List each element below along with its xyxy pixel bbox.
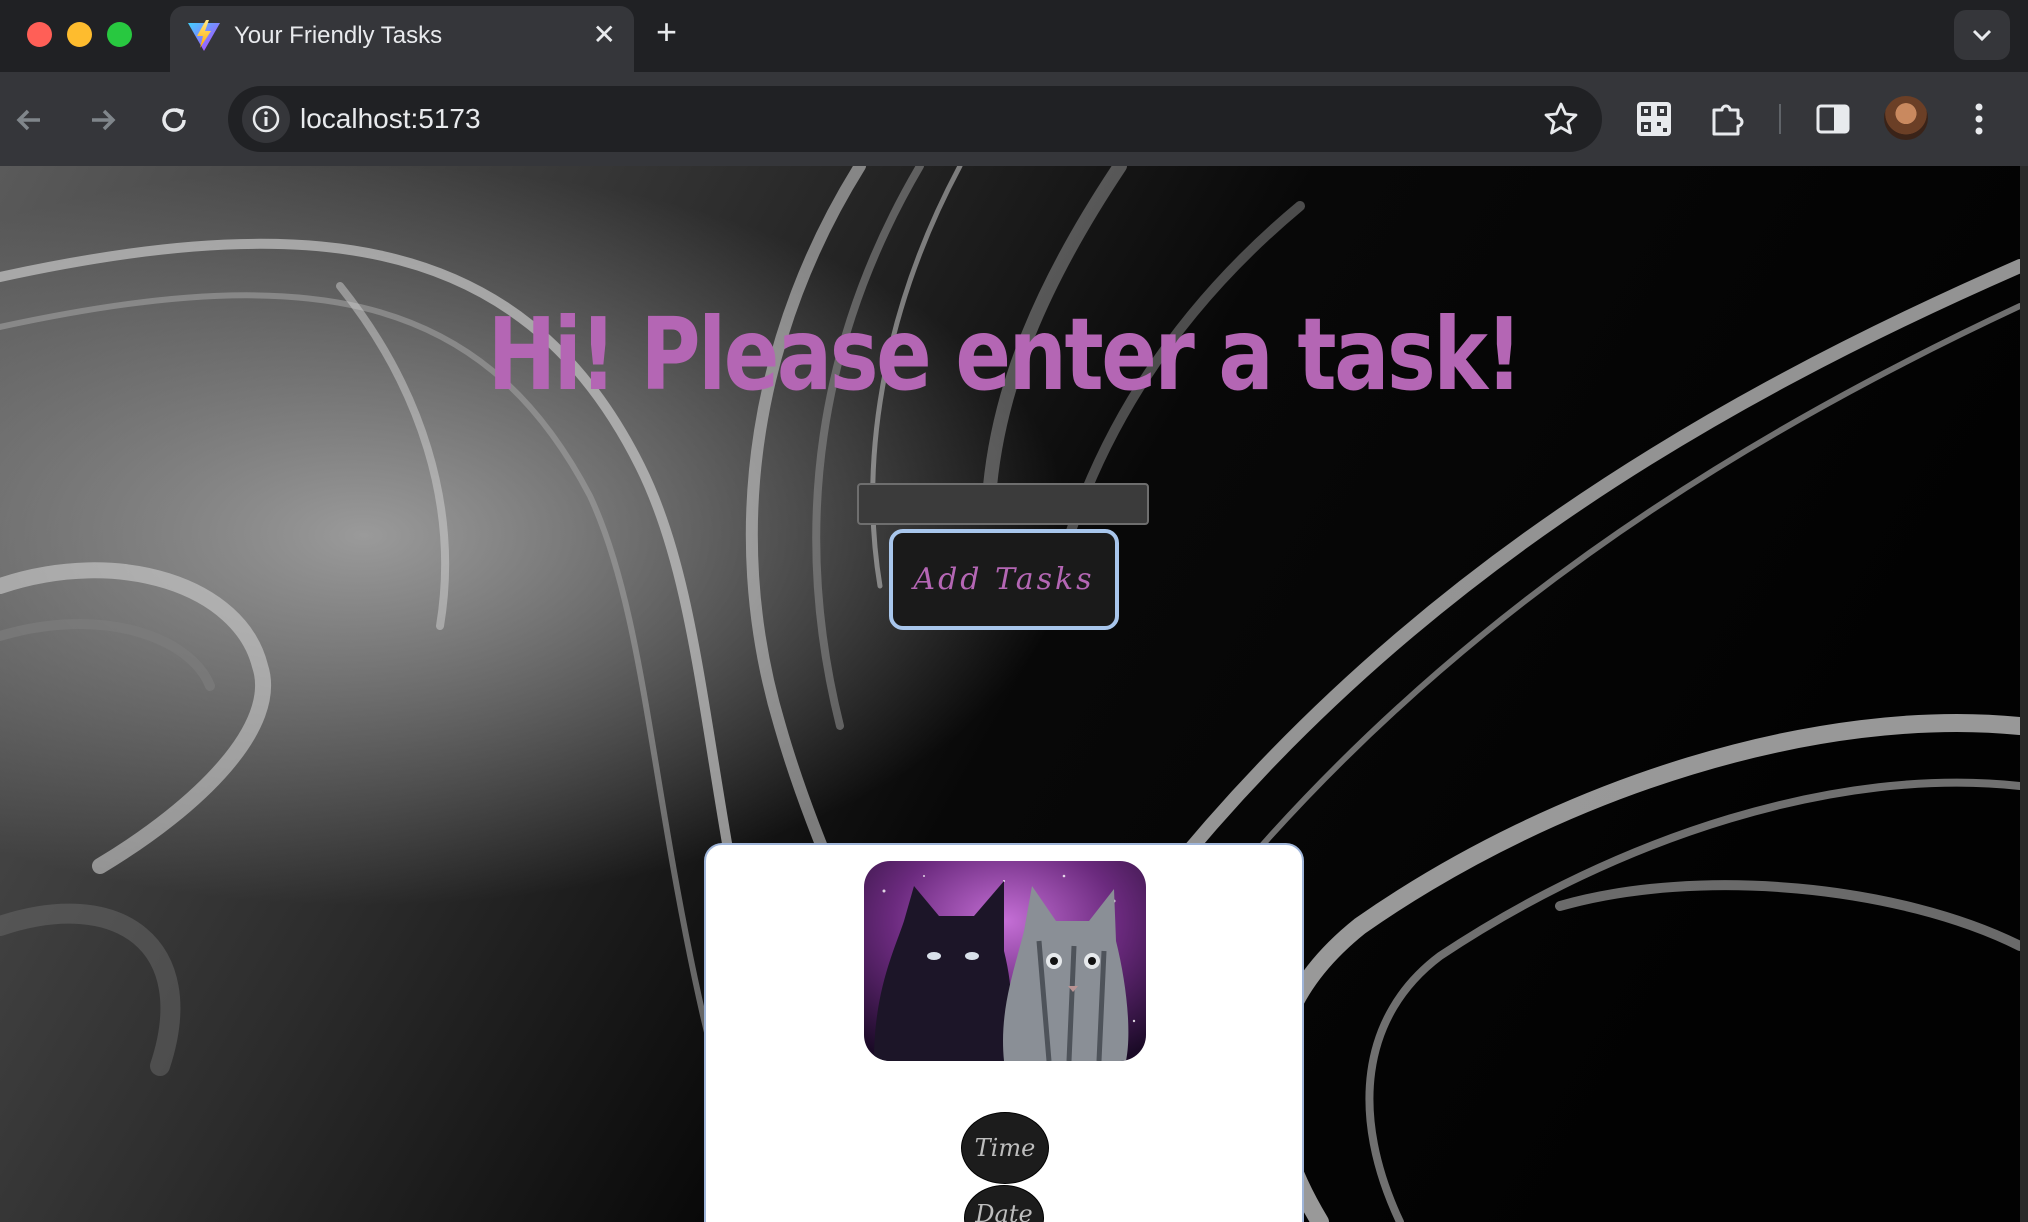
- date-button[interactable]: Date: [964, 1185, 1044, 1222]
- qr-code-icon[interactable]: [1633, 98, 1675, 140]
- reload-icon[interactable]: [154, 100, 194, 140]
- time-button[interactable]: Time: [961, 1112, 1049, 1184]
- address-bar[interactable]: localhost:5173: [228, 86, 1602, 152]
- tab-title: Your Friendly Tasks: [234, 22, 443, 49]
- close-icon[interactable]: ✕: [593, 19, 616, 51]
- forward-arrow-icon[interactable]: [82, 100, 122, 140]
- window-maximize-button[interactable]: [107, 22, 132, 47]
- browser-tab-active[interactable]: Your Friendly Tasks ✕: [170, 6, 634, 72]
- cats-in-space-image: [864, 861, 1146, 1061]
- page-headline: Hi! Please enter a task!: [487, 296, 1523, 413]
- window-edge: [2020, 166, 2028, 1222]
- plus-icon[interactable]: +: [656, 12, 677, 52]
- task-input[interactable]: [857, 483, 1149, 525]
- url-text: localhost:5173: [300, 103, 481, 134]
- browser-toolbar: localhost:5173: [0, 72, 2028, 166]
- add-tasks-button[interactable]: Add Tasks: [889, 529, 1119, 630]
- vite-favicon-icon: [188, 20, 220, 51]
- back-arrow-icon[interactable]: [10, 100, 50, 140]
- extensions-icon[interactable]: [1706, 98, 1748, 140]
- tab-bar: Your Friendly Tasks ✕ +: [0, 0, 2028, 72]
- task-card: Time Date: [704, 843, 1304, 1222]
- toolbar-divider: [1779, 104, 1781, 134]
- side-panel-icon[interactable]: [1812, 98, 1854, 140]
- chevron-down-icon[interactable]: [1954, 10, 2010, 60]
- kebab-menu-icon[interactable]: [1964, 98, 1994, 140]
- profile-avatar[interactable]: [1884, 96, 1928, 140]
- page-viewport: Hi! Please enter a task! Add Tasks Time …: [0, 166, 2020, 1222]
- star-icon[interactable]: [1542, 100, 1580, 138]
- window-close-button[interactable]: [27, 22, 52, 47]
- site-info-icon[interactable]: [242, 95, 290, 143]
- window-minimize-button[interactable]: [67, 22, 92, 47]
